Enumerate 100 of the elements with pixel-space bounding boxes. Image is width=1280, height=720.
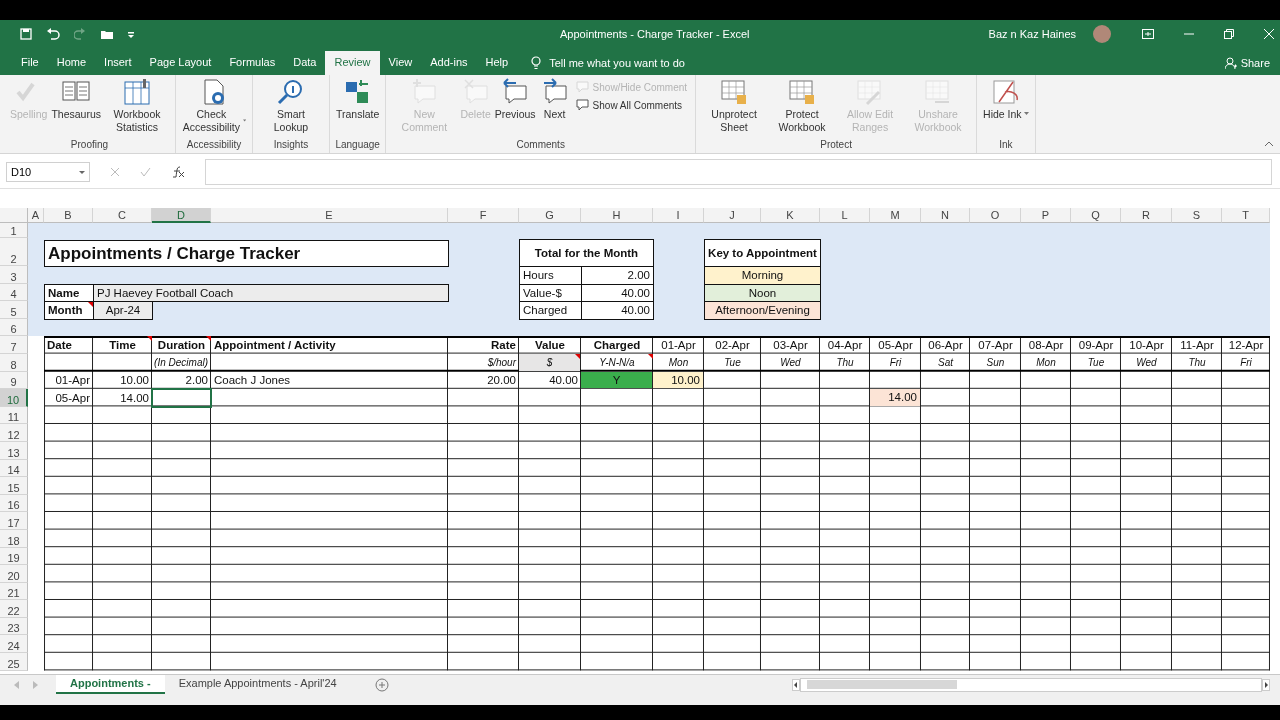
table-cell: Afternoon/Evening: [704, 301, 821, 320]
customize-icon[interactable]: [128, 30, 134, 38]
lightbulb-icon[interactable]: [531, 56, 542, 70]
table-cell-text: Tue: [723, 356, 742, 371]
table-cell: Apr-24: [93, 301, 153, 320]
name-box[interactable]: D10: [6, 162, 90, 182]
ribbon-button[interactable]: Hide Ink: [981, 78, 1031, 121]
table-cell-text: 12-Apr: [1227, 338, 1265, 354]
ribbon-button[interactable]: Unprotect Sheet: [700, 78, 769, 134]
close-icon[interactable]: [1264, 29, 1274, 39]
ribbon-button[interactable]: Thesaurus: [49, 78, 103, 121]
table-cell-text: 14.00: [119, 390, 150, 406]
ribbon-button[interactable]: Smart Lookup: [257, 78, 325, 134]
column-header[interactable]: O: [970, 208, 1021, 223]
column-header[interactable]: Q: [1071, 208, 1121, 223]
column-header[interactable]: P: [1021, 208, 1071, 223]
add-sheet-icon[interactable]: [374, 678, 389, 692]
table-cell: Morning: [704, 266, 821, 285]
ribbon-group-label: Ink: [998, 139, 1014, 152]
row-header[interactable]: 22: [0, 600, 28, 618]
column-header[interactable]: T: [1222, 208, 1270, 223]
column-header[interactable]: B: [44, 208, 93, 223]
ribbon-button[interactable]: Protect Workbook: [768, 78, 837, 134]
menu-tab[interactable]: Page Layout: [140, 51, 221, 75]
row-header[interactable]: 7: [0, 336, 28, 354]
column-header[interactable]: N: [921, 208, 970, 223]
ribbon-group-label: Proofing: [69, 139, 110, 152]
window-title: Appointments - Charge Tracker - Excel: [560, 28, 750, 40]
menu-tab[interactable]: Add-ins: [421, 51, 477, 75]
menu-tab[interactable]: View: [379, 51, 422, 75]
comment-icon: [575, 99, 589, 111]
row-header[interactable]: 17: [0, 512, 28, 530]
menu-tab[interactable]: Data: [284, 51, 326, 75]
menu-tab[interactable]: Help: [476, 51, 518, 75]
column-header[interactable]: K: [761, 208, 820, 223]
menu-tab[interactable]: Formulas: [220, 51, 285, 75]
row-header[interactable]: 2: [0, 238, 28, 266]
table-cell-text: 03-Apr: [772, 338, 809, 354]
row-header[interactable]: 10: [0, 389, 28, 407]
column-header[interactable]: D: [152, 208, 211, 223]
table-cell-text: Sun: [985, 356, 1006, 371]
column-header[interactable]: S: [1172, 208, 1222, 223]
column-header[interactable]: L: [820, 208, 870, 223]
table-cell-text: $/hour: [486, 356, 518, 371]
restore-icon[interactable]: [1224, 29, 1234, 39]
ribbon-button[interactable]: Next: [537, 78, 572, 121]
undo-icon[interactable]: [46, 28, 60, 40]
row-header[interactable]: 5: [0, 301, 28, 319]
save-icon[interactable]: [20, 28, 32, 40]
function-icon[interactable]: [171, 166, 185, 178]
column-header[interactable]: A: [28, 208, 44, 223]
row-header[interactable]: 1: [0, 223, 28, 238]
scroll-right-icon[interactable]: [1262, 679, 1270, 691]
menu-tab[interactable]: Insert: [95, 51, 141, 75]
ribbon-button[interactable]: Translate: [334, 78, 382, 121]
sheet-tab[interactable]: Appointments -: [56, 675, 165, 694]
column-header[interactable]: C: [93, 208, 152, 223]
ribbon-display-icon[interactable]: [1142, 29, 1154, 39]
table-cell-text: Thu: [1187, 356, 1207, 371]
column-header[interactable]: F: [448, 208, 519, 223]
column-header[interactable]: J: [704, 208, 761, 223]
formula-input-field[interactable]: [205, 159, 1272, 185]
row-header[interactable]: 12: [0, 424, 28, 442]
column-header[interactable]: I: [653, 208, 704, 223]
table-cell-text: Wed: [1135, 356, 1158, 371]
column-heading: Duration: [152, 336, 211, 354]
menu-tab[interactable]: Review: [325, 51, 380, 75]
table-cell-text: Coach J Jones: [213, 373, 292, 389]
ribbon-button[interactable]: Show All Comments: [575, 99, 688, 111]
ribbon-button[interactable]: Workbook Statistics: [103, 78, 171, 134]
tell-me-search[interactable]: Tell me what you want to do: [549, 52, 685, 74]
column-header[interactable]: M: [870, 208, 921, 223]
table-cell-text: Mon: [667, 356, 690, 371]
menu-tab[interactable]: File: [12, 51, 48, 75]
scrollbar-thumb[interactable]: [807, 680, 957, 689]
horizontal-scrollbar[interactable]: [800, 678, 1262, 692]
ribbon-button[interactable]: Check Accessibility: [180, 78, 248, 134]
table-cell-text: 04-Apr: [826, 338, 864, 354]
cell-reference: D10: [11, 166, 32, 178]
field-label: Month: [44, 301, 94, 320]
folder-icon[interactable]: [100, 28, 114, 40]
table-cell-text: 10-Apr: [1128, 338, 1165, 354]
sheet-title: Appointments / Charge Tracker: [44, 240, 449, 267]
row-header[interactable]: 20: [0, 565, 28, 583]
scroll-left-icon[interactable]: [792, 679, 800, 691]
column-header[interactable]: H: [581, 208, 653, 223]
pen-curve-icon: [990, 78, 1021, 106]
column-header[interactable]: G: [519, 208, 581, 223]
row-header[interactable]: 3: [0, 266, 28, 284]
row-header[interactable]: 24: [0, 635, 28, 654]
collapse-ribbon-icon[interactable]: [1264, 141, 1274, 147]
row-header[interactable]: 25: [0, 653, 28, 671]
table-cell-text: Tue: [1086, 356, 1106, 371]
sheet-tab[interactable]: Example Appointments - April'24: [164, 675, 351, 692]
column-header[interactable]: E: [211, 208, 448, 223]
menu-tab[interactable]: Home: [47, 51, 96, 75]
share-button[interactable]: Share: [1224, 51, 1270, 75]
ribbon-button[interactable]: Previous: [492, 78, 538, 121]
row-header[interactable]: 15: [0, 477, 28, 495]
column-header[interactable]: R: [1121, 208, 1172, 223]
